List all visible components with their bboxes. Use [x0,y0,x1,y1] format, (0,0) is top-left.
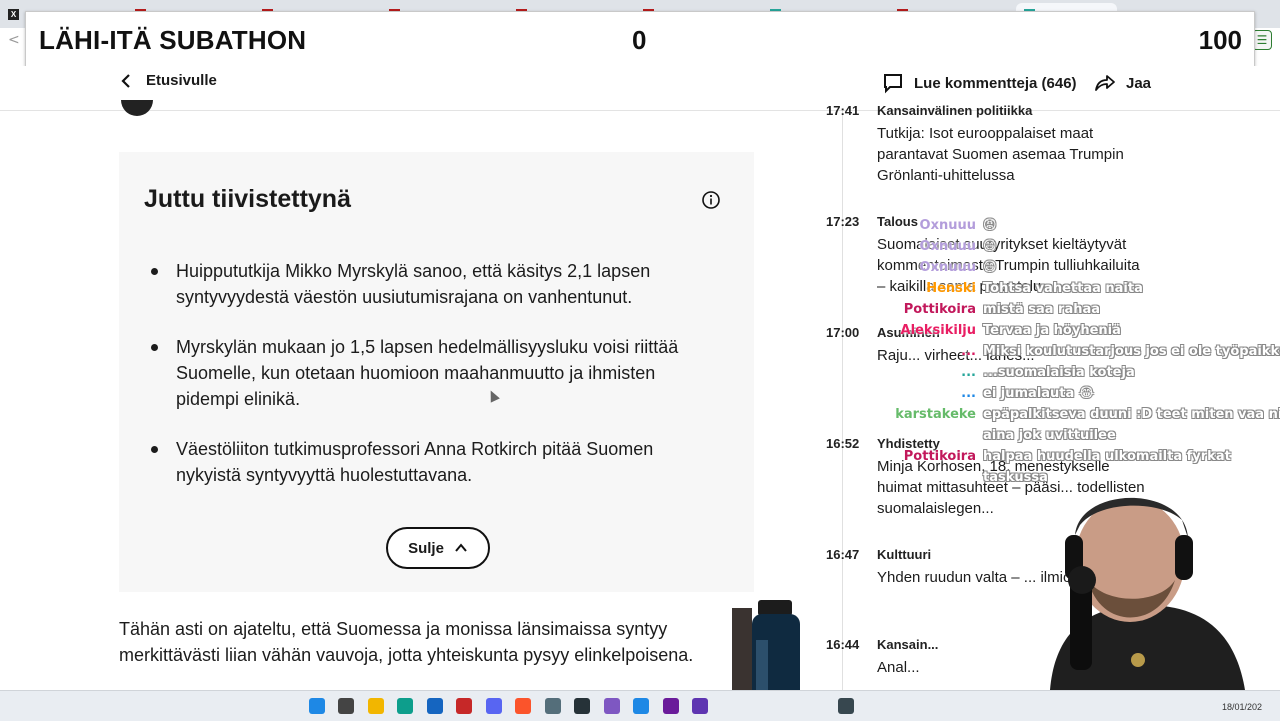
chat-username: Henski [926,281,976,296]
article-line: Tähän asti on ajateltu, että Suomessa ja… [119,619,668,639]
streamer-webcam [1050,497,1245,690]
feed-category: Kansain... [877,637,939,652]
back-link[interactable]: Etusivulle [118,72,217,89]
back-label: Etusivulle [146,72,217,89]
chat-message: Aleksikilju Tervaa ja höyheniä [880,323,1280,344]
feed-time: 16:47 [826,547,860,562]
feed-headline: Tutkija: Isot eurooppalaiset maat parant… [877,125,1124,184]
chat-text: Tervaa ja höyheniä [983,323,1121,338]
subathon-count: 0 [632,25,647,55]
chat-message: Pottikoira halpaa huudella ulkomailta fyr… [880,449,1280,470]
feed-category: Kansainvälinen politiikka [877,103,1033,118]
close-label: Sulje [408,539,444,557]
chat-username: ... [961,365,976,380]
app-icon[interactable] [456,698,472,714]
share-link[interactable]: Jaa [1094,72,1151,94]
subathon-overlay: LÄHI-ITÄ SUBATHON 0 100 [25,11,1255,67]
chat-text: mistä saa rahaa [983,302,1101,317]
close-summary-button[interactable]: Sulje [386,527,490,569]
chat-message: karstakeke epäpalkitseva duuni :D teet mi… [880,407,1280,428]
feed-time: 17:00 [826,325,860,340]
chat-text: halpaa huudella ulkomailta fyrkat [983,449,1231,464]
chat-text: ei jumalauta 😂 [983,386,1095,401]
chat-message: Oxnuuu 😄 [880,260,1280,281]
comments-label: Lue kommentteja (646) [914,74,1077,92]
feed-time: 17:41 [826,103,860,118]
article-body: Tähän asti on ajateltu, että Suomessa ja… [119,616,739,668]
edge-icon[interactable] [397,698,413,714]
app-icon[interactable] [663,698,679,714]
chat-username: Oxnuuu [919,260,976,275]
app-icon[interactable] [838,698,854,714]
chat-username: ... [961,344,976,359]
chat-username: ... [961,386,976,401]
obs-icon[interactable] [604,698,620,714]
chat-message: ... ...suomalaisia koteja [880,365,1280,386]
subathon-goal: 100 [1198,25,1242,55]
feed-timeline [842,110,843,690]
chat-message: Pottikoira mistä saa rahaa [880,302,1280,323]
subathon-title: LÄHI-ITÄ SUBATHON [39,25,307,55]
summary-bullet: Huippututkija Mikko Myrskylä sanoo, että… [151,258,711,310]
chat-username: Oxnuuu [919,239,976,254]
comment-icon [884,74,902,94]
share-label: Jaa [1126,74,1152,92]
back-arrow-icon[interactable]: < [8,32,20,48]
taskbar-date: 18/01/202 [1221,702,1262,712]
chat-username: Pottikoira [903,449,976,464]
vscode-icon[interactable] [633,698,649,714]
summary-list: Huippututkija Mikko Myrskylä sanoo, että… [151,258,711,512]
summary-card: Juttu tiivistettynä Huippututkija Mikko … [119,152,754,592]
summary-bullet: Myrskylän mukaan jo 1,5 lapsen hedelmäll… [151,334,711,412]
chat-text: 😄 [983,239,997,254]
summary-title: Juttu tiivistettynä [144,185,351,213]
chat-text: Miksi koulutustarjous jos ei ole työpaik… [983,344,1280,359]
chat-text: 😄 [983,260,997,275]
terminal-icon[interactable] [574,698,590,714]
info-icon[interactable] [702,191,720,209]
chat-text: ...suomalaisia koteja [983,365,1135,380]
chat-text: 😡 [983,218,997,233]
notepad-icon[interactable] [545,698,561,714]
chevron-up-icon [455,543,467,552]
visual-studio-icon[interactable] [692,698,708,714]
comments-link[interactable]: Lue kommentteja (646) [882,72,1077,94]
author-avatar [121,100,153,116]
chat-message: aina jok uvittuilee [880,428,1280,449]
chevron-left-icon [121,73,130,88]
chat-text: epäpalkitseva duuni :D teet miten vaa ni [983,407,1280,422]
chat-message: ... Miksi koulutustarjous jos ei ole työp… [880,344,1280,365]
feed-time: 17:23 [826,214,860,229]
start-icon[interactable] [309,698,325,714]
feed-time: 16:44 [826,637,860,652]
reader-icon[interactable]: ☰ [1252,30,1272,50]
brave-icon[interactable] [515,698,531,714]
task-view-icon[interactable] [338,698,354,714]
store-icon[interactable] [427,698,443,714]
chat-message: ... ei jumalauta 😂 [880,386,1280,407]
chat-message: Oxnuuu 😄 [880,239,1280,260]
x-icon: X [8,8,19,20]
share-icon [1095,75,1115,91]
chat-username: karstakeke [895,407,976,422]
feed-category: Kulttuuri [877,547,932,562]
chat-message: Oxnuuu 😡 [880,218,1280,239]
chat-message: Henski Tohtsa vahettaa naita [880,281,1280,302]
feed-time: 16:52 [826,436,860,451]
article-line: merkittävästi liian vähän vauvoja, jotta… [119,645,694,665]
summary-bullet: Väestöliiton tutkimusprofessori Anna Rot… [151,436,711,488]
browser-tab[interactable]: X [8,6,19,22]
chat-text: Tohtsa vahettaa naita [983,281,1143,296]
folder-icon[interactable] [368,698,384,714]
chat-text: aina jok uvittuilee [983,428,1116,443]
chat-username: Aleksikilju [900,323,976,338]
chat-username: Oxnuuu [919,218,976,233]
site-header: Etusivulle Lue kommentteja (646) Jaa [0,66,1280,111]
chat-username: Pottikoira [903,302,976,317]
taskbar: 18/01/202 [0,690,1280,721]
discord-icon[interactable] [486,698,502,714]
